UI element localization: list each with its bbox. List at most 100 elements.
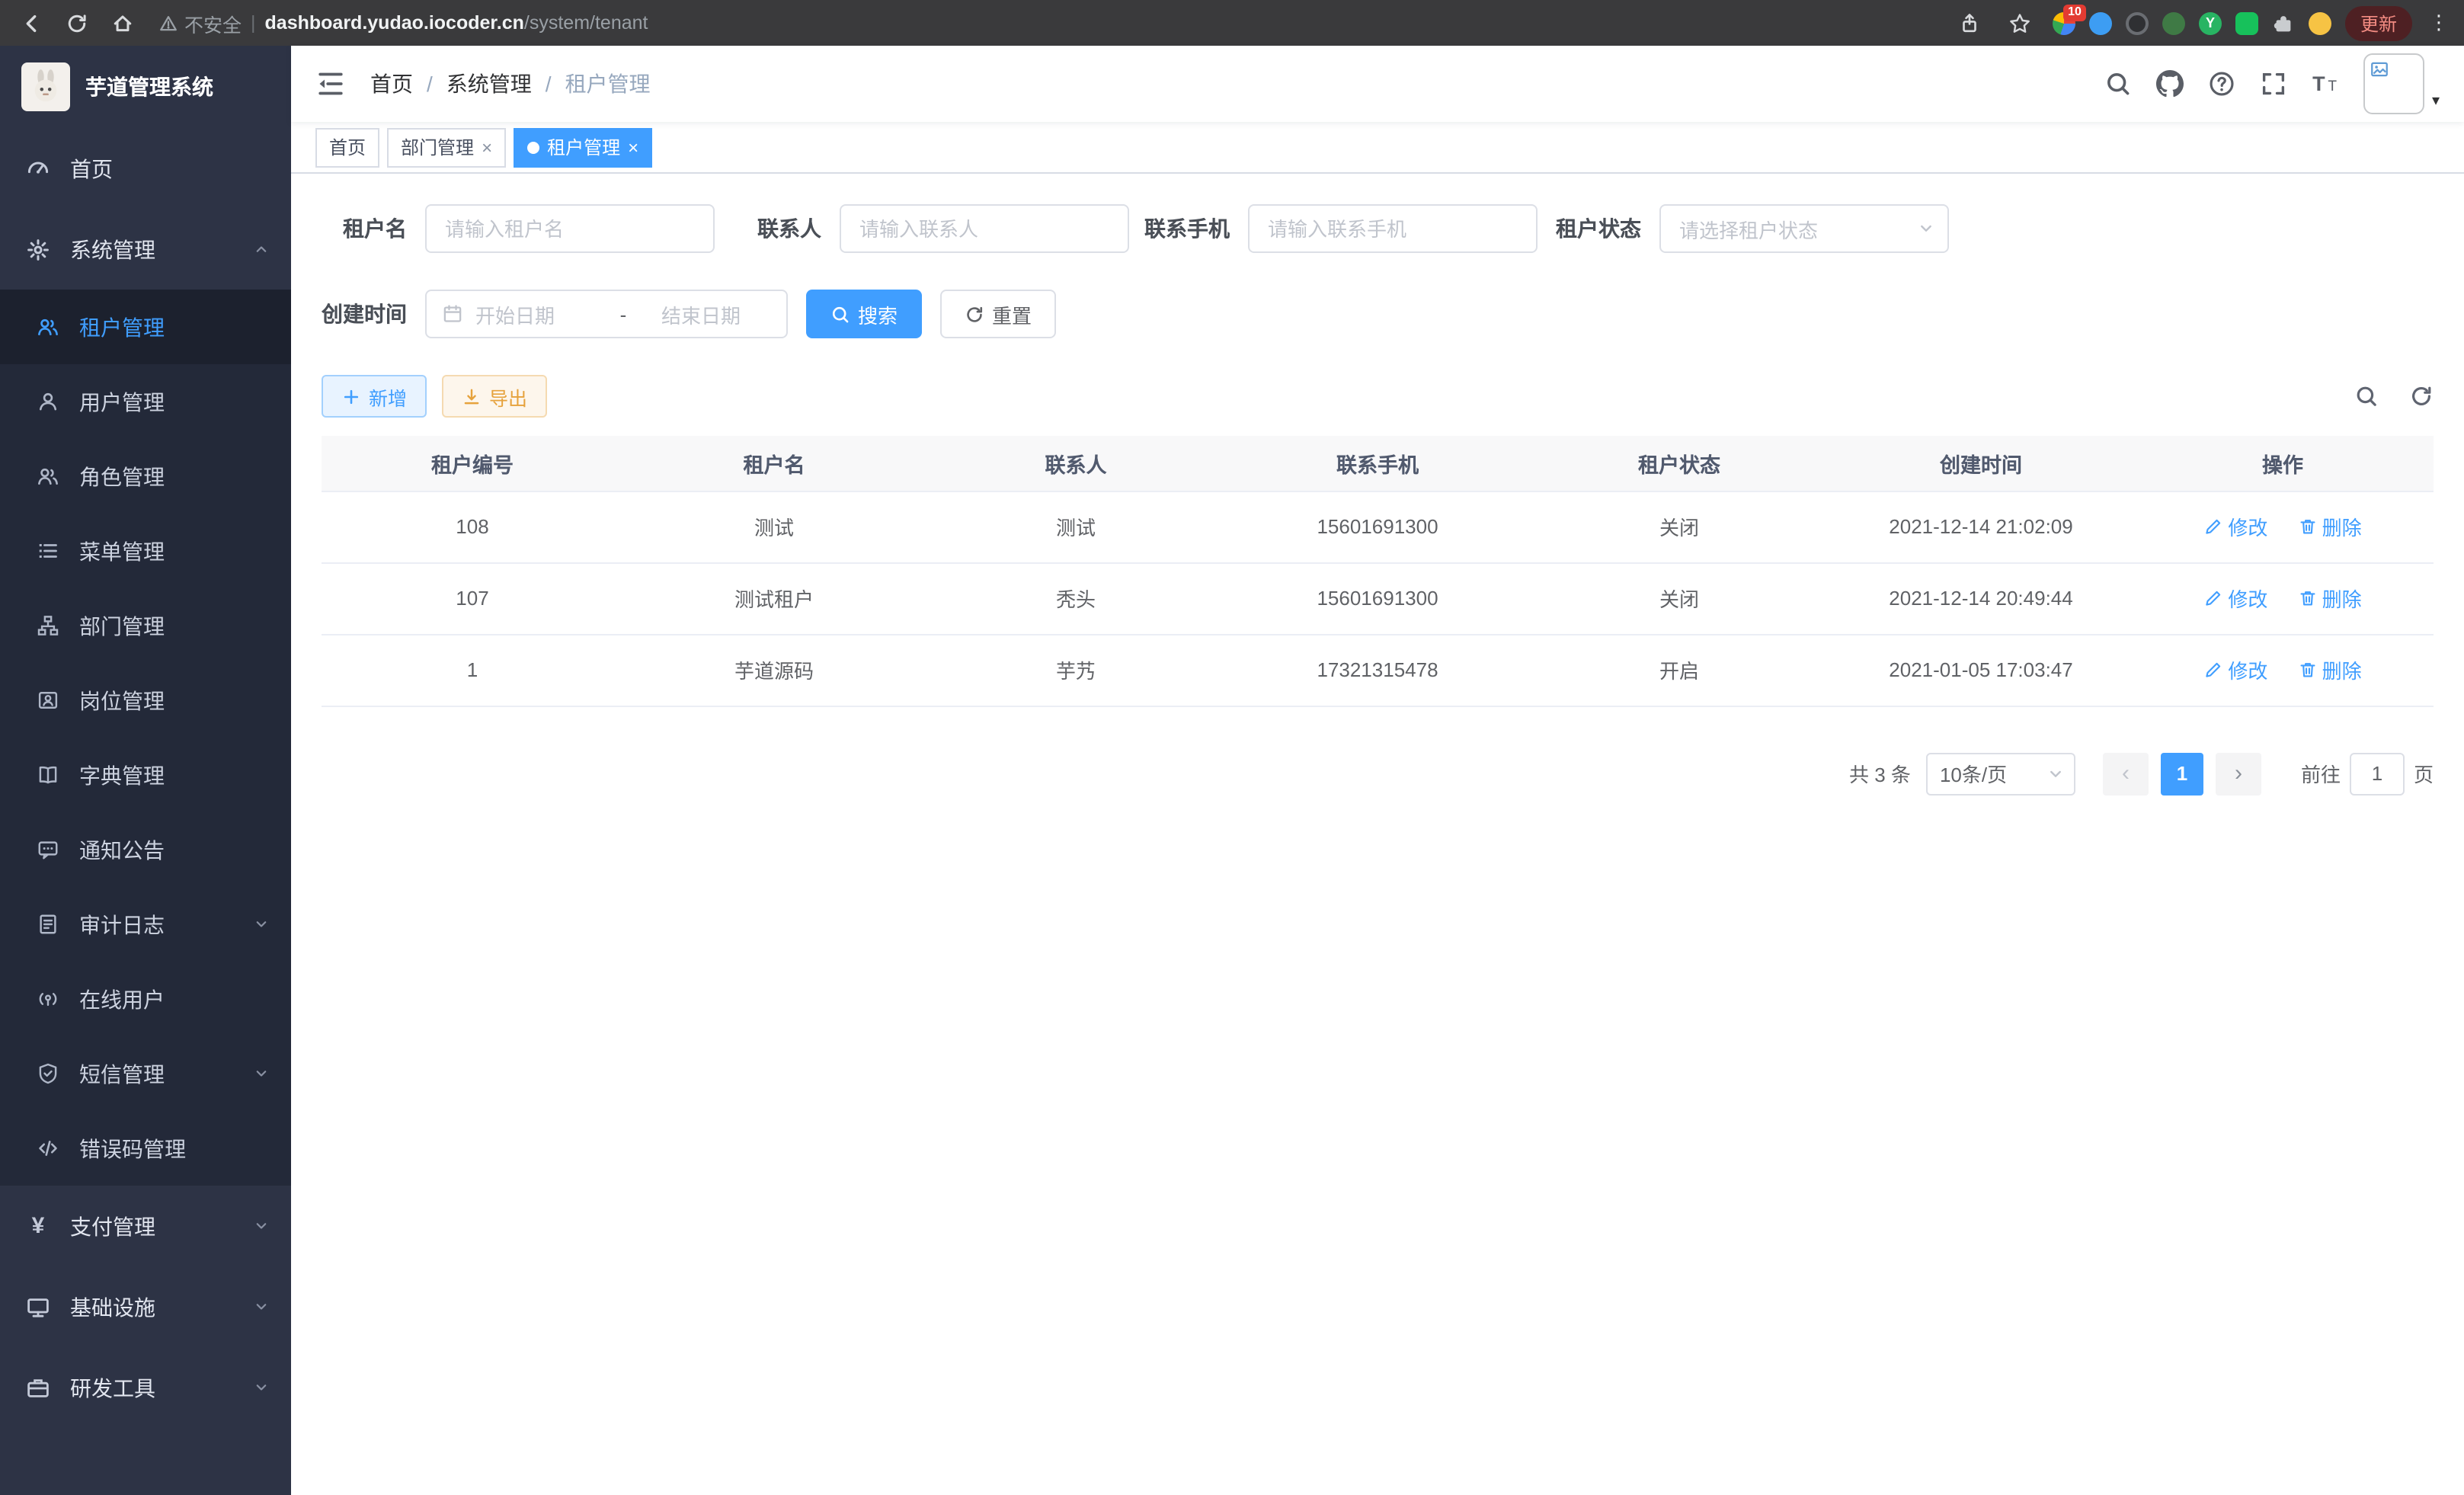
- sidebar-subitem-sms[interactable]: 短信管理: [0, 1036, 291, 1111]
- close-icon[interactable]: ×: [628, 138, 638, 156]
- sidebar-subitem-tenant[interactable]: 租户管理: [0, 290, 291, 364]
- extension-green-y-icon[interactable]: Y: [2199, 11, 2222, 34]
- filter-row-2: 创建时间 开始日期 - 结束日期 搜索 重置: [322, 290, 2434, 338]
- sidebar-subitem-post[interactable]: 岗位管理: [0, 663, 291, 738]
- page-size-select[interactable]: 10条/页: [1926, 752, 2075, 795]
- bookmark-star-button[interactable]: [2002, 5, 2039, 41]
- app-logo-image: [21, 62, 70, 111]
- table-row: 108 测试 测试 15601691300 关闭 2021-12-14 21:0…: [322, 491, 2434, 562]
- chevron-down-icon: [253, 1218, 270, 1234]
- column-header-phone: 联系手机: [1227, 436, 1528, 491]
- sidebar-fold-icon[interactable]: [315, 69, 346, 99]
- sidebar-subitem-online-user[interactable]: 在线用户: [0, 962, 291, 1036]
- sidebar-subitem-label: 菜单管理: [79, 536, 165, 566]
- sidebar-item-dev-tools[interactable]: 研发工具: [0, 1347, 291, 1428]
- search-icon: [830, 304, 850, 324]
- edit-button[interactable]: 修改: [2203, 512, 2267, 541]
- edit-icon: [2203, 517, 2223, 536]
- sidebar-subitem-menu[interactable]: 菜单管理: [0, 514, 291, 588]
- create-time-range-picker[interactable]: 开始日期 - 结束日期: [425, 290, 788, 338]
- sidebar-item-label: 基础设施: [70, 1292, 155, 1322]
- browser-menu-kebab-icon[interactable]: ⋮: [2426, 11, 2452, 35]
- extension-green-icon[interactable]: [2162, 11, 2185, 34]
- sidebar-subitem-user[interactable]: 用户管理: [0, 364, 291, 439]
- extensions-puzzle-icon[interactable]: [2272, 11, 2295, 34]
- security-chip[interactable]: 不安全: [158, 8, 242, 37]
- sidebar-subitem-notice[interactable]: 通知公告: [0, 812, 291, 887]
- user-icon: [37, 390, 59, 413]
- help-doc-button[interactable]: [2208, 70, 2235, 98]
- sidebar-subitem-dept[interactable]: 部门管理: [0, 588, 291, 663]
- add-button[interactable]: 新增: [322, 375, 427, 418]
- user-avatar-menu[interactable]: ▾: [2363, 53, 2440, 114]
- menu-list-icon: [37, 539, 59, 562]
- current-page-button[interactable]: 1: [2161, 752, 2203, 795]
- phone-input[interactable]: [1248, 204, 1538, 253]
- breadcrumb-item[interactable]: 系统管理: [446, 69, 532, 99]
- chrome-update-chip[interactable]: 更新: [2345, 5, 2412, 40]
- edit-button[interactable]: 修改: [2203, 655, 2267, 684]
- goto-page: 前往 页: [2301, 752, 2434, 795]
- tab-label: 首页: [329, 134, 366, 160]
- goto-page-input[interactable]: [2350, 752, 2405, 795]
- pagination-total: 共 3 条: [1849, 759, 1911, 788]
- error-code-icon: [37, 1137, 59, 1160]
- font-size-button[interactable]: [2312, 70, 2339, 98]
- url-domain: dashboard.yudao.iocoder.cn: [265, 12, 524, 34]
- sidebar-subitem-dict[interactable]: 字典管理: [0, 738, 291, 812]
- hide-search-button[interactable]: [2354, 384, 2379, 408]
- extension-colorwheel-icon[interactable]: 10: [2053, 11, 2075, 34]
- contact-input[interactable]: [840, 204, 1129, 253]
- sidebar-subitem-label: 用户管理: [79, 386, 165, 417]
- status-select[interactable]: 请选择租户状态: [1659, 204, 1949, 253]
- header-search-button[interactable]: [2104, 70, 2132, 98]
- range-separator: -: [597, 303, 649, 325]
- chevron-up-icon: [253, 241, 270, 258]
- extension-green-square-icon[interactable]: [2235, 11, 2258, 34]
- delete-button[interactable]: 删除: [2298, 655, 2362, 684]
- download-icon: [462, 386, 482, 406]
- search-icon: [2104, 70, 2132, 98]
- fullscreen-button[interactable]: [2260, 70, 2287, 98]
- browser-refresh-button[interactable]: [58, 5, 94, 41]
- extension-blue-icon[interactable]: [2089, 11, 2112, 34]
- gear-icon: [26, 237, 50, 261]
- sidebar-subitem-role[interactable]: 角色管理: [0, 439, 291, 514]
- tab-dept[interactable]: 部门管理 ×: [387, 127, 506, 167]
- delete-button[interactable]: 删除: [2298, 512, 2362, 541]
- profile-avatar-icon[interactable]: [2309, 11, 2331, 34]
- sidebar-item-system[interactable]: 系统管理: [0, 209, 291, 290]
- tab-home[interactable]: 首页: [315, 127, 379, 167]
- address-bar[interactable]: 不安全 | dashboard.yudao.iocoder.cn/system/…: [158, 8, 1943, 37]
- next-page-button[interactable]: ›: [2216, 752, 2261, 795]
- screen: 不安全 | dashboard.yudao.iocoder.cn/system/…: [0, 0, 2464, 1495]
- browser-share-button[interactable]: [1952, 5, 1989, 41]
- refresh-icon: [2409, 384, 2434, 408]
- cell-contact: 芋艿: [925, 634, 1227, 706]
- reset-button[interactable]: 重置: [940, 290, 1056, 338]
- sidebar-item-payment[interactable]: ¥ 支付管理: [0, 1186, 291, 1266]
- sidebar-item-home[interactable]: 首页: [0, 128, 291, 209]
- tenant-name-label: 租户名: [343, 213, 407, 244]
- tab-tenant[interactable]: 租户管理 ×: [514, 127, 652, 167]
- extension-dark-icon[interactable]: [2126, 11, 2149, 34]
- yen-icon: ¥: [26, 1213, 50, 1239]
- edit-button[interactable]: 修改: [2203, 584, 2267, 613]
- search-button[interactable]: 搜索: [806, 290, 922, 338]
- breadcrumb-item[interactable]: 首页: [370, 69, 413, 99]
- tenant-name-input[interactable]: [425, 204, 715, 253]
- browser-home-button[interactable]: [104, 5, 140, 41]
- sidebar-subitem-audit-log[interactable]: 审计日志: [0, 887, 291, 962]
- refresh-icon: [65, 11, 88, 34]
- cell-actions: 修改 删除: [2132, 491, 2434, 562]
- sidebar-item-infrastructure[interactable]: 基础设施: [0, 1266, 291, 1347]
- export-button[interactable]: 导出: [442, 375, 547, 418]
- delete-button[interactable]: 删除: [2298, 584, 2362, 613]
- browser-back-button[interactable]: [12, 5, 49, 41]
- close-icon[interactable]: ×: [482, 138, 492, 156]
- refresh-table-button[interactable]: [2409, 384, 2434, 408]
- github-link-button[interactable]: [2156, 70, 2184, 98]
- prev-page-button[interactable]: ‹: [2103, 752, 2149, 795]
- sidebar-subitem-error-code[interactable]: 错误码管理: [0, 1111, 291, 1186]
- sidebar-subitem-label: 短信管理: [79, 1058, 165, 1089]
